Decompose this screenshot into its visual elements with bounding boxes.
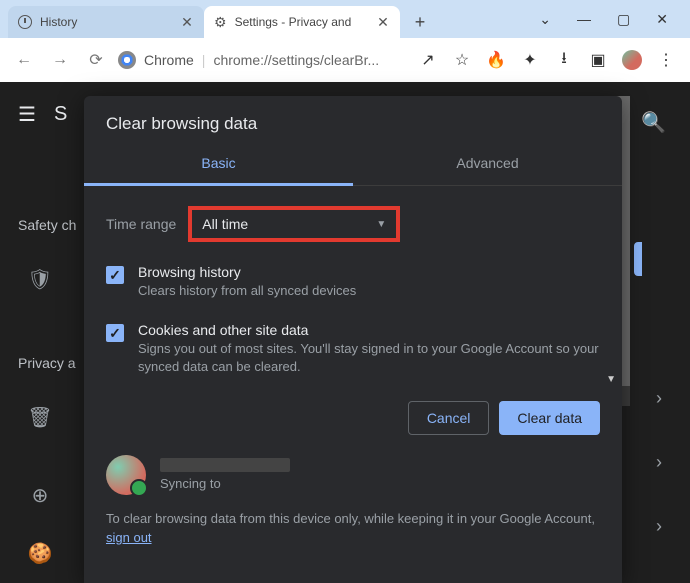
reload-button[interactable]: ⟳: [82, 46, 110, 74]
fire-icon[interactable]: 🔥: [486, 50, 506, 70]
browser-toolbar: ← → ⟳ Chrome | chrome://settings/clearBr…: [0, 38, 690, 82]
checkbox-checked-icon[interactable]: ✓: [106, 266, 124, 284]
divider: |: [202, 52, 206, 68]
chrome-label: Chrome: [144, 52, 194, 68]
time-range-select[interactable]: All time ▼: [188, 206, 400, 242]
close-window-button[interactable]: ✕: [656, 11, 668, 28]
shield-icon: 🛡: [18, 257, 62, 301]
signout-note: To clear browsing data from this device …: [84, 499, 622, 548]
chevron-right-icon[interactable]: ›: [656, 388, 662, 409]
history-icon: [18, 15, 32, 29]
option-desc: Signs you out of most sites. You'll stay…: [138, 340, 600, 376]
tab-label: Settings - Privacy and: [235, 15, 352, 29]
dialog-tabs: Basic Advanced: [84, 140, 622, 186]
new-tab-button[interactable]: +: [406, 8, 434, 36]
chevron-right-icon[interactable]: ›: [656, 516, 662, 537]
tab-advanced[interactable]: Advanced: [353, 140, 622, 185]
star-icon[interactable]: ☆: [452, 50, 472, 70]
tab-basic[interactable]: Basic: [84, 140, 353, 185]
cookie-icon[interactable]: 🍪: [18, 531, 62, 575]
option-cookies[interactable]: ✓ Cookies and other site data Signs you …: [106, 322, 600, 376]
scroll-down-arrow-icon[interactable]: ▼: [606, 374, 616, 385]
option-browsing-history[interactable]: ✓ Browsing history Clears history from a…: [106, 264, 600, 300]
option-title: Cookies and other site data: [138, 322, 600, 338]
side-panel-icon[interactable]: ▣: [588, 50, 608, 70]
sync-row: Syncing to: [84, 449, 622, 499]
target-icon[interactable]: ⊕: [18, 473, 62, 517]
settings-sidebar: ☰ S Safety ch 🛡 Privacy a 🗑 ⊕ 🍪: [18, 102, 76, 575]
button-edge: [634, 242, 642, 276]
checkbox-checked-icon[interactable]: ✓: [106, 324, 124, 342]
minimize-button[interactable]: —: [577, 11, 591, 28]
chevron-down-icon: ▼: [376, 219, 386, 230]
safety-check-label: Safety ch: [18, 217, 76, 233]
privacy-label: Privacy a: [18, 355, 76, 371]
chevron-right-icon[interactable]: ›: [656, 452, 662, 473]
close-icon[interactable]: ✕: [180, 15, 194, 29]
search-icon[interactable]: 🔍: [641, 110, 666, 135]
clear-data-button[interactable]: Clear data: [499, 401, 600, 435]
tab-settings[interactable]: ⚙ Settings - Privacy and ✕: [204, 6, 400, 38]
extensions-icon[interactable]: ✦: [520, 50, 540, 70]
dialog-footer: Cancel Clear data: [84, 387, 622, 449]
sync-label: Syncing to: [160, 476, 290, 491]
close-icon[interactable]: ✕: [376, 15, 390, 29]
tab-history[interactable]: History ✕: [8, 6, 204, 38]
gear-icon: ⚙: [214, 14, 227, 31]
option-title: Browsing history: [138, 264, 356, 280]
tab-label: History: [40, 15, 77, 29]
kebab-menu-icon[interactable]: ⋮: [656, 50, 676, 70]
browser-titlebar: History ✕ ⚙ Settings - Privacy and ✕ + ⌄…: [0, 0, 690, 38]
forward-button[interactable]: →: [46, 46, 74, 74]
trash-icon[interactable]: 🗑: [18, 395, 62, 439]
url-text: chrome://settings/clearBr...: [213, 52, 379, 68]
sign-out-link[interactable]: sign out: [106, 530, 152, 545]
menu-icon[interactable]: ☰: [18, 102, 36, 127]
dialog-title: Clear browsing data: [84, 96, 622, 140]
time-range-value: All time: [202, 216, 248, 232]
profile-avatar[interactable]: [622, 50, 642, 70]
share-icon[interactable]: ↗: [418, 50, 438, 70]
option-desc: Clears history from all synced devices: [138, 282, 356, 300]
sync-avatar: [106, 455, 146, 495]
window-controls: ⌄ — ▢ ✕: [539, 11, 690, 28]
clear-browsing-data-dialog: Clear browsing data Basic Advanced Time …: [84, 96, 622, 583]
address-bar[interactable]: Chrome | chrome://settings/clearBr...: [118, 44, 410, 76]
time-range-row: Time range All time ▼: [106, 206, 600, 242]
maximize-button[interactable]: ▢: [617, 11, 630, 28]
download-icon[interactable]: ⭳: [554, 50, 574, 70]
settings-title-truncated: S: [54, 103, 67, 126]
toolbar-actions: ↗ ☆ 🔥 ✦ ⭳ ▣ ⋮: [418, 50, 680, 70]
chrome-icon: [118, 51, 136, 69]
sync-name-redacted: [160, 458, 290, 472]
note-text: To clear browsing data from this device …: [106, 511, 595, 526]
chevron-down-icon[interactable]: ⌄: [539, 11, 551, 28]
cancel-button[interactable]: Cancel: [408, 401, 490, 435]
time-range-label: Time range: [106, 216, 176, 232]
dialog-body: Time range All time ▼ ✓ Browsing history…: [84, 186, 622, 387]
back-button[interactable]: ←: [10, 46, 38, 74]
